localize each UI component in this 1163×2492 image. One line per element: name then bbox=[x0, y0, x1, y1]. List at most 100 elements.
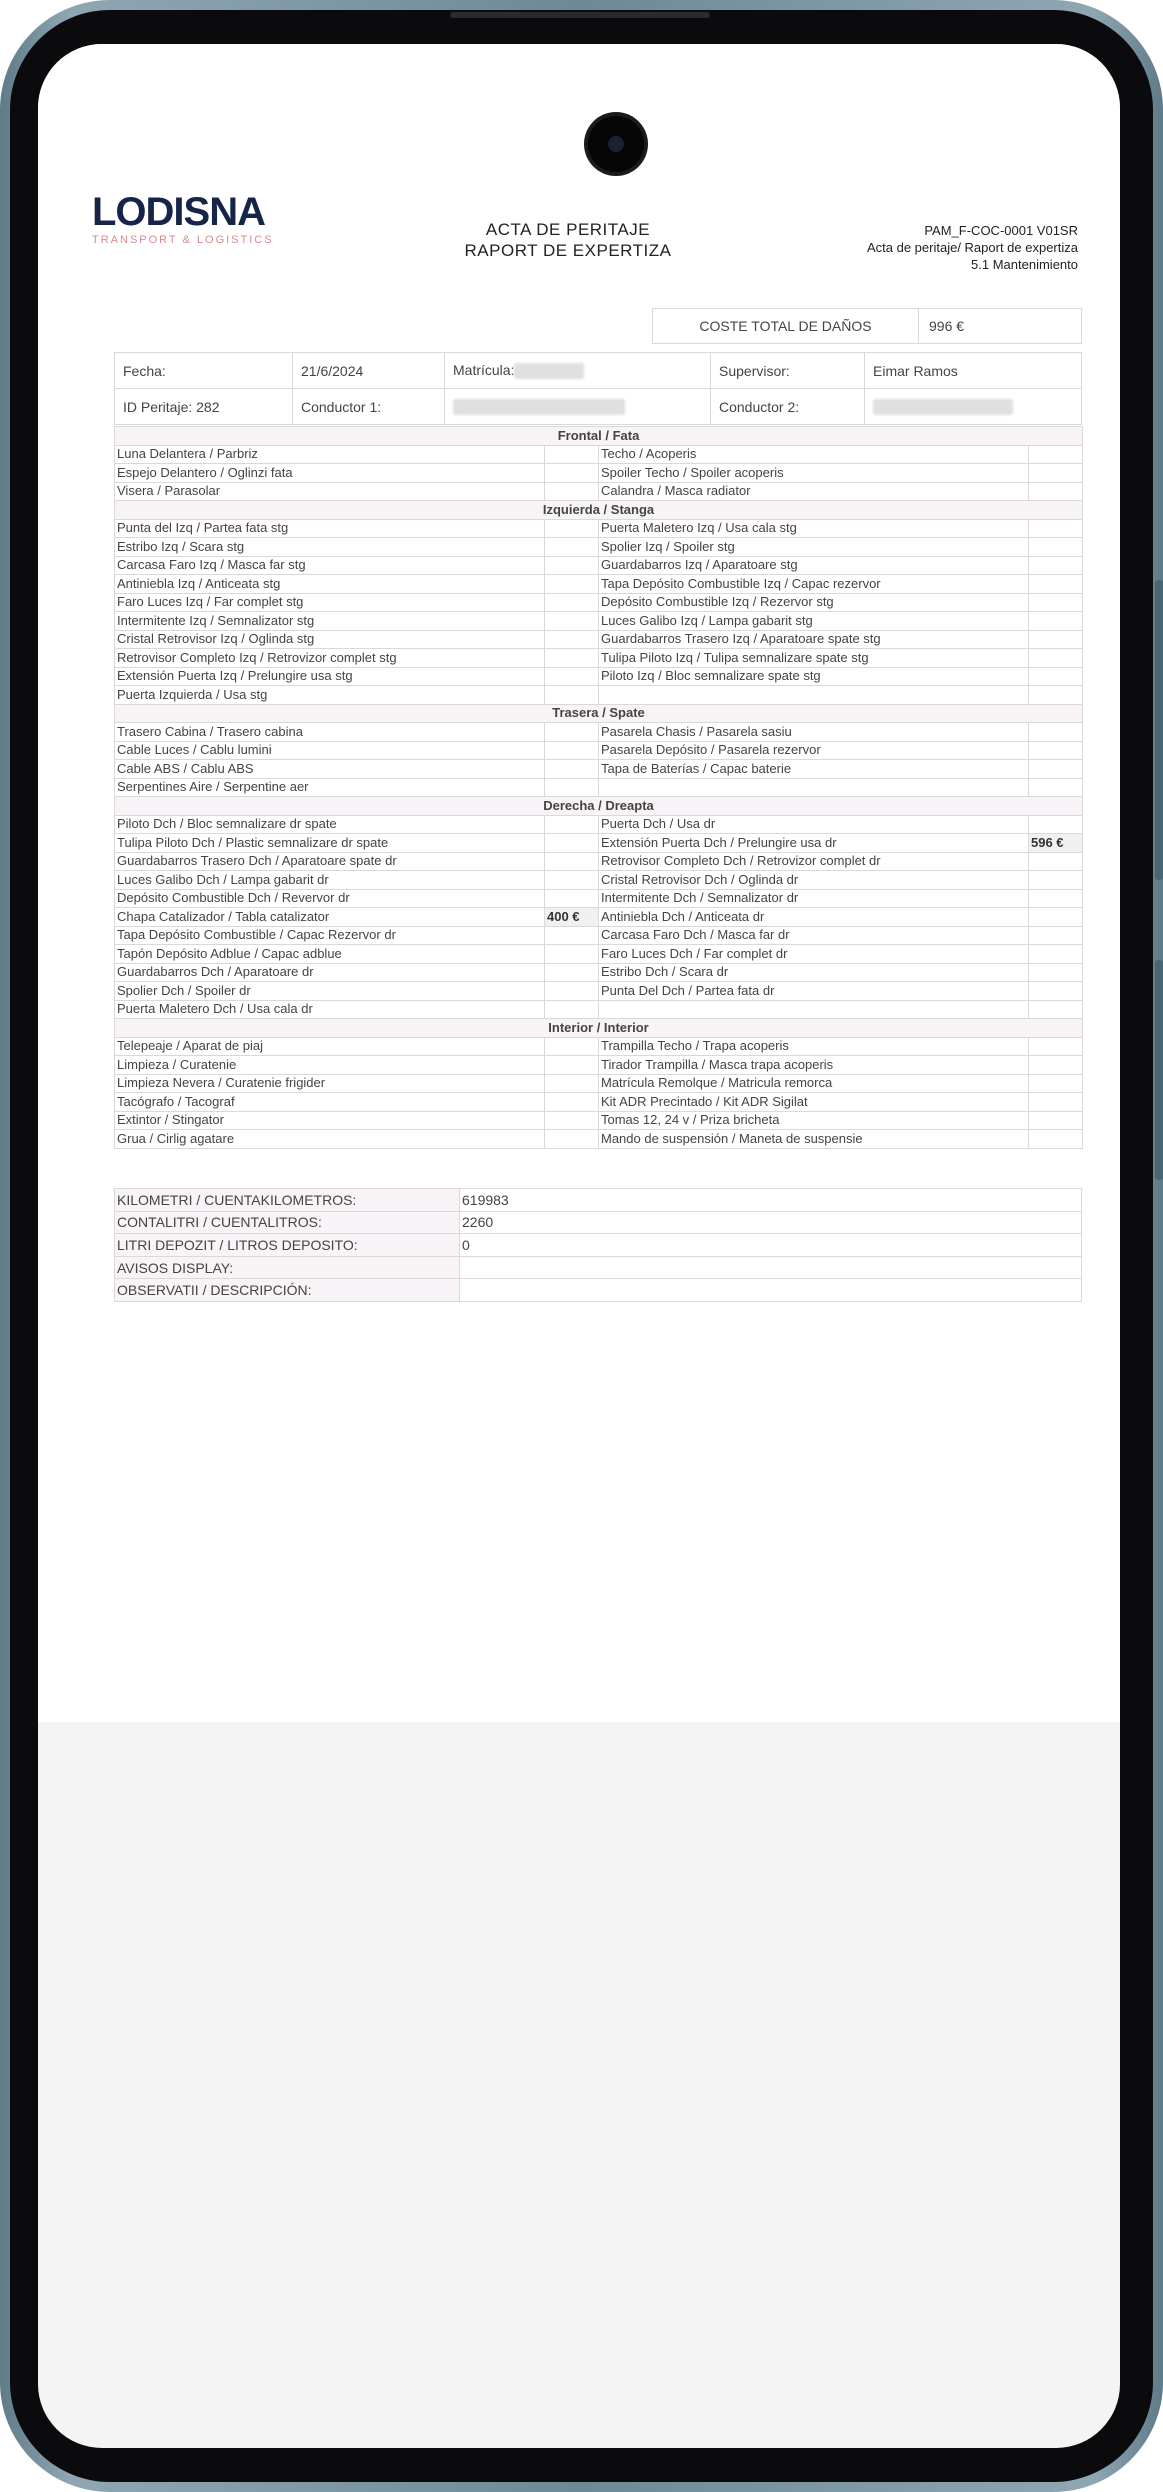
summary-row: KILOMETRI / CUENTAKILOMETROS: 619983 bbox=[114, 1188, 1082, 1212]
section-header-row: Trasera / Spate bbox=[114, 703, 1083, 723]
section-title: Trasera / Spate bbox=[114, 703, 1083, 723]
table-row: Faro Luces Izq / Far complet stg Depósito… bbox=[114, 592, 1083, 612]
item-left: Tulipa Piloto Dch / Plastic semnalizare … bbox=[114, 833, 545, 853]
item-left: Luna Delantera / Parbriz bbox=[114, 444, 545, 464]
cost-right bbox=[1028, 944, 1083, 964]
item-left: Cable Luces / Cablu lumini bbox=[114, 740, 545, 760]
item-left: Espejo Delantero / Oglinzi fata bbox=[114, 463, 545, 483]
table-row: Tacógrafo / Tacograf Kit ADR Precintado /… bbox=[114, 1092, 1083, 1112]
table-row: Guardabarros Dch / Aparatoare dr Estribo … bbox=[114, 962, 1083, 982]
item-right: Antiniebla Dch / Anticeata dr bbox=[598, 907, 1029, 927]
cost-left bbox=[544, 1110, 599, 1130]
total-cost-label: COSTE TOTAL DE DAÑOS bbox=[653, 309, 919, 343]
cost-left bbox=[544, 555, 599, 575]
item-left: Piloto Dch / Bloc semnalizare dr spate bbox=[114, 814, 545, 834]
item-left: Puerta Izquierda / Usa stg bbox=[114, 685, 545, 705]
cost-left bbox=[544, 592, 599, 612]
summary-row: OBSERVATII / DESCRIPCIÓN: bbox=[114, 1278, 1082, 1302]
item-right: Extensión Puerta Dch / Prelungire usa dr bbox=[598, 833, 1029, 853]
cost-right bbox=[1028, 777, 1083, 797]
table-row: Chapa Catalizador / Tabla catalizator 400… bbox=[114, 907, 1083, 927]
summary-label: KILOMETRI / CUENTAKILOMETROS: bbox=[114, 1188, 460, 1212]
cost-left bbox=[544, 1129, 599, 1149]
item-left: Cable ABS / Cablu ABS bbox=[114, 759, 545, 779]
info-row-1: Fecha: 21/6/2024 Matrícula: Supervisor: … bbox=[114, 352, 1082, 389]
item-right: Carcasa Faro Dch / Masca far dr bbox=[598, 925, 1029, 945]
cost-right bbox=[1028, 481, 1083, 501]
cost-right bbox=[1028, 666, 1083, 686]
cost-right bbox=[1028, 1036, 1083, 1056]
cost-right bbox=[1028, 685, 1083, 705]
item-left: Puerta Maletero Dch / Usa cala dr bbox=[114, 999, 545, 1019]
item-left: Faro Luces Izq / Far complet stg bbox=[114, 592, 545, 612]
item-left: Punta del Izq / Partea fata stg bbox=[114, 518, 545, 538]
cost-right bbox=[1028, 907, 1083, 927]
table-row: Carcasa Faro Izq / Masca far stg Guardaba… bbox=[114, 555, 1083, 575]
cost-left bbox=[544, 666, 599, 686]
item-left: Guardabarros Dch / Aparatoare dr bbox=[114, 962, 545, 982]
cost-right bbox=[1028, 629, 1083, 649]
cost-left bbox=[544, 777, 599, 797]
table-row: Cristal Retrovisor Izq / Oglinda stg Guar… bbox=[114, 629, 1083, 649]
item-left: Retrovisor Completo Izq / Retrovizor com… bbox=[114, 648, 545, 668]
item-right: Tapa Depósito Combustible Izq / Capac re… bbox=[598, 574, 1029, 594]
cost-right bbox=[1028, 592, 1083, 612]
logo-text: LODISNA bbox=[92, 190, 266, 234]
table-row: Tapa Depósito Combustible / Capac Rezerv… bbox=[114, 925, 1083, 945]
conductor1-value bbox=[444, 388, 711, 425]
item-left: Grua / Cirlig agatare bbox=[114, 1129, 545, 1149]
cost-left bbox=[544, 648, 599, 668]
cost-right bbox=[1028, 870, 1083, 890]
item-right: Tulipa Piloto Izq / Tulipa semnalizare s… bbox=[598, 648, 1029, 668]
cost-left bbox=[544, 1036, 599, 1056]
item-left: Cristal Retrovisor Izq / Oglinda stg bbox=[114, 629, 545, 649]
cost-left bbox=[544, 481, 599, 501]
item-right: Techo / Acoperis bbox=[598, 444, 1029, 464]
item-right: Tomas 12, 24 v / Priza bricheta bbox=[598, 1110, 1029, 1130]
cost-right bbox=[1028, 981, 1083, 1001]
table-row: Visera / Parasolar Calandra / Masca radia… bbox=[114, 481, 1083, 501]
table-row: Telepeaje / Aparat de piaj Trampilla Tech… bbox=[114, 1036, 1083, 1056]
item-left: Intermitente Izq / Semnalizator stg bbox=[114, 611, 545, 631]
conductor1-redacted bbox=[453, 399, 625, 416]
table-row: Guardabarros Trasero Dch / Aparatoare sp… bbox=[114, 851, 1083, 871]
summary-value bbox=[459, 1278, 1082, 1302]
summary-value: 2260 bbox=[459, 1210, 1082, 1235]
cost-left bbox=[544, 999, 599, 1019]
item-left: Chapa Catalizador / Tabla catalizator bbox=[114, 907, 545, 927]
info-row-2: ID Peritaje: 282 Conductor 1: Conductor … bbox=[114, 388, 1082, 425]
summary-table: KILOMETRI / CUENTAKILOMETROS: 619983 CONTA… bbox=[114, 1188, 1082, 1302]
table-row: Tapón Depósito Adblue / Capac adblue Faro… bbox=[114, 944, 1083, 964]
cost-left bbox=[544, 722, 599, 742]
cost-right bbox=[1028, 1129, 1083, 1149]
cost-right bbox=[1028, 814, 1083, 834]
cost-left bbox=[544, 444, 599, 464]
cost-left bbox=[544, 685, 599, 705]
table-row: Luces Galibo Dch / Lampa gabarit dr Crist… bbox=[114, 870, 1083, 890]
cost-left bbox=[544, 1055, 599, 1075]
cost-right bbox=[1028, 962, 1083, 982]
cost-right bbox=[1028, 574, 1083, 594]
document-page[interactable]: LODISNA TRANSPORT & LOGISTICS ACTA DE PE… bbox=[38, 44, 1120, 1722]
cost-left bbox=[544, 981, 599, 1001]
code-line-2: Acta de peritaje/ Raport de expertiza bbox=[866, 240, 1078, 255]
table-row: Intermitente Izq / Semnalizator stg Luces… bbox=[114, 611, 1083, 631]
summary-row: AVISOS DISPLAY: bbox=[114, 1255, 1082, 1280]
screen[interactable]: LODISNA TRANSPORT & LOGISTICS ACTA DE PE… bbox=[38, 44, 1120, 2448]
item-right: Punta Del Dch / Partea fata dr bbox=[598, 981, 1029, 1001]
table-row: Extensión Puerta Izq / Prelungire usa st… bbox=[114, 666, 1083, 686]
fecha-label: Fecha: bbox=[114, 352, 293, 389]
item-left: Visera / Parasolar bbox=[114, 481, 545, 501]
item-right: Guardabarros Izq / Aparatoare stg bbox=[598, 555, 1029, 575]
item-right: Spoiler Techo / Spoiler acoperis bbox=[598, 463, 1029, 483]
matricula-label: Matrícula: bbox=[453, 361, 515, 378]
item-right: Luces Galibo Izq / Lampa gabarit stg bbox=[598, 611, 1029, 631]
cost-right bbox=[1028, 555, 1083, 575]
item-right: Retrovisor Completo Dch / Retrovizor com… bbox=[598, 851, 1029, 871]
summary-label: OBSERVATII / DESCRIPCIÓN: bbox=[114, 1278, 460, 1302]
item-left: Antiniebla Izq / Anticeata stg bbox=[114, 574, 545, 594]
section-header-row: Derecha / Dreapta bbox=[114, 796, 1083, 816]
item-right bbox=[598, 999, 1029, 1019]
matricula-redacted bbox=[514, 363, 585, 380]
item-right: Faro Luces Dch / Far complet dr bbox=[598, 944, 1029, 964]
